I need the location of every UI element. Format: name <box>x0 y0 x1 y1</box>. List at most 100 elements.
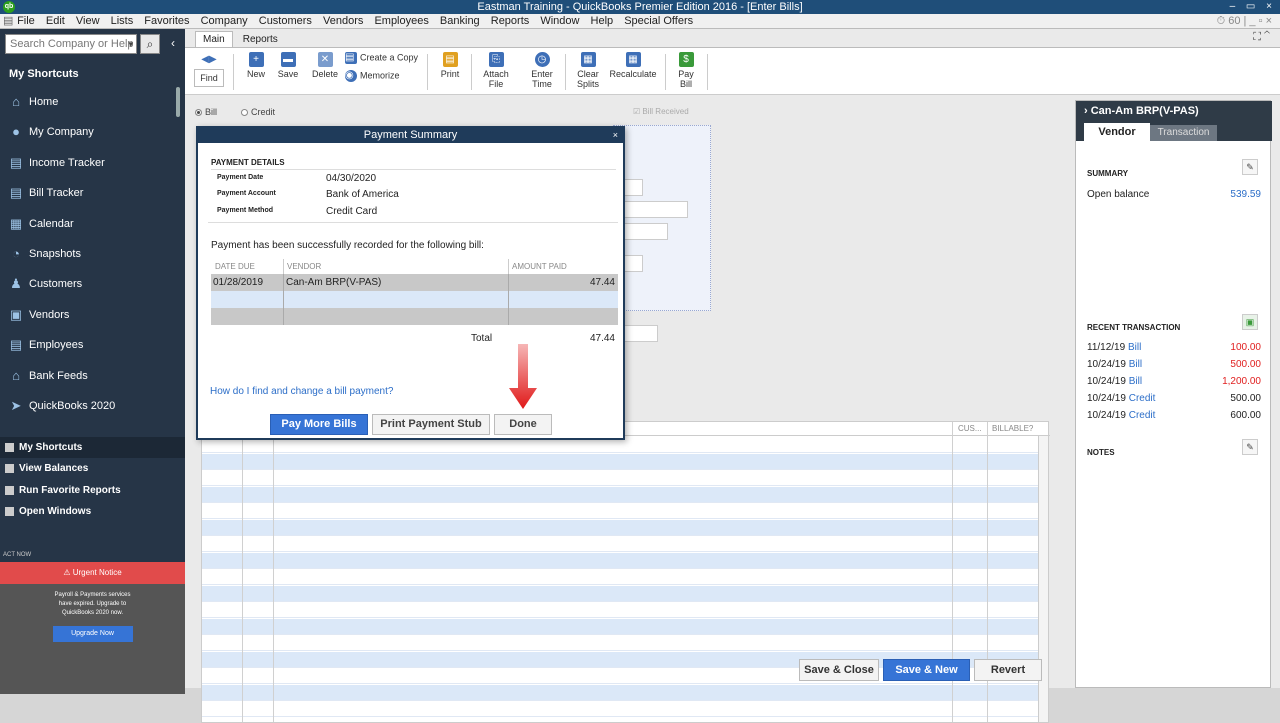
sidebar-item-customers[interactable]: ♟ Customers <box>0 269 180 299</box>
menu-vendors[interactable]: Vendors <box>319 14 367 29</box>
menu-view[interactable]: View <box>72 14 104 29</box>
tab-vendor[interactable]: Vendor <box>1084 123 1150 141</box>
menu-banking[interactable]: Banking <box>436 14 484 29</box>
radio-bill[interactable]: Bill <box>195 107 217 117</box>
transaction-type-link[interactable]: Credit <box>1129 393 1156 404</box>
search-icon[interactable]: ⌕ <box>140 34 160 54</box>
table-row[interactable] <box>211 308 618 325</box>
attach-file-button[interactable]: ⎘ Attach File <box>479 52 513 89</box>
tab-reports[interactable]: Reports <box>236 32 285 48</box>
print-button[interactable]: ▤ Print <box>437 52 463 79</box>
window-expand-icons[interactable]: ⛶ ⌃ <box>1253 31 1270 44</box>
edit-icon[interactable]: ✎ <box>1242 439 1258 455</box>
grid-row[interactable] <box>202 503 1038 520</box>
sidebar-item-home[interactable]: ⌂ Home <box>0 87 180 117</box>
grid-row[interactable] <box>202 602 1038 619</box>
open-balance-value[interactable]: 539.59 <box>1230 188 1261 202</box>
sidebar-item-income-tracker[interactable]: ▤ Income Tracker <box>0 148 180 178</box>
menu-employees[interactable]: Employees <box>370 14 432 29</box>
find-button[interactable]: ◀▶ Find <box>193 52 225 87</box>
menu-special-offers[interactable]: Special Offers <box>620 14 697 29</box>
delete-button[interactable]: ✕ Delete <box>309 52 341 79</box>
grid-row[interactable] <box>202 487 1038 504</box>
print-payment-stub-button[interactable]: Print Payment Stub <box>372 414 490 435</box>
new-button[interactable]: + New <box>243 52 269 79</box>
sidebar-item-quickbooks-2020[interactable]: ➤ QuickBooks 2020 <box>0 391 180 421</box>
save-button[interactable]: ▬ Save <box>275 52 301 79</box>
edit-icon[interactable]: ✎ <box>1242 159 1258 175</box>
transaction-type-link[interactable]: Bill <box>1129 359 1142 370</box>
create-copy-button[interactable]: ▤ Create a Copy <box>345 52 421 64</box>
save-new-button[interactable]: Save & New <box>883 659 970 681</box>
menu-customers[interactable]: Customers <box>255 14 316 29</box>
grid-row[interactable] <box>202 635 1038 652</box>
transaction-type-link[interactable]: Credit <box>1129 410 1156 421</box>
sidebar-item-bill-tracker[interactable]: ▤ Bill Tracker <box>0 178 180 208</box>
collapse-sidebar-icon[interactable]: ‹ <box>163 34 183 54</box>
change-bill-payment-help-link[interactable]: How do I find and change a bill payment? <box>210 386 393 397</box>
pay-bill-button[interactable]: $ Pay Bill <box>673 52 699 89</box>
vendor-name[interactable]: › Can-Am BRP(V-PAS) <box>1084 105 1199 117</box>
menu-reports[interactable]: Reports <box>487 14 534 29</box>
radio-credit[interactable]: Credit <box>241 107 275 117</box>
menu-lists[interactable]: Lists <box>107 14 138 29</box>
chevron-down-icon[interactable]: ▾ <box>128 35 133 53</box>
grid-row[interactable] <box>202 454 1038 471</box>
grid-row[interactable] <box>202 520 1038 537</box>
sidebar-item-snapshots[interactable]: ◔ Snapshots <box>0 239 180 269</box>
bill-received-checkbox[interactable]: ☑ Bill Received <box>633 107 689 116</box>
transaction-type-link[interactable]: Bill <box>1129 376 1142 387</box>
close-icon[interactable]: × <box>613 128 618 142</box>
export-icon[interactable]: ▣ <box>1242 314 1258 330</box>
table-row[interactable]: 01/28/2019 Can-Am BRP(V-PAS) 47.44 <box>211 274 618 291</box>
balances-icon <box>5 464 14 473</box>
search-input[interactable]: Search Company or Help ▾ <box>5 34 137 54</box>
menu-company[interactable]: Company <box>197 14 252 29</box>
bill-field[interactable] <box>623 325 658 342</box>
clear-splits-button[interactable]: ▦ Clear Splits <box>571 52 605 89</box>
bill-paper-area <box>613 125 711 311</box>
bill-field[interactable] <box>623 223 668 240</box>
calendar-icon[interactable] <box>623 179 643 196</box>
sidebar-item-employees[interactable]: ▤ Employees <box>0 330 180 360</box>
memorize-button[interactable]: ◉ Memorize <box>345 70 421 82</box>
tab-main[interactable]: Main <box>195 31 233 47</box>
bank-icon: ⌂ <box>12 368 20 383</box>
grid-row[interactable] <box>202 553 1038 570</box>
menu-window[interactable]: Window <box>536 14 583 29</box>
enter-time-button[interactable]: ◷ Enter Time <box>525 52 559 89</box>
sidebar-item-calendar[interactable]: ▦ Calendar <box>0 209 180 239</box>
grid-row[interactable] <box>202 569 1038 586</box>
bill-field[interactable] <box>623 201 688 218</box>
save-close-button[interactable]: Save & Close <box>799 659 879 681</box>
menu-favorites[interactable]: Favorites <box>140 14 193 29</box>
grid-row[interactable] <box>202 701 1038 718</box>
table-row[interactable] <box>211 291 618 308</box>
lower-my-shortcuts[interactable]: My Shortcuts <box>0 437 185 458</box>
revert-button[interactable]: Revert <box>974 659 1042 681</box>
grid-row[interactable] <box>202 536 1038 553</box>
menu-right-icons[interactable]: ⏱ 60 | _ ▫ × <box>1217 14 1272 29</box>
calendar-icon[interactable] <box>623 255 643 272</box>
grid-row[interactable] <box>202 586 1038 603</box>
sidebar-item-bank-feeds[interactable]: ⌂ Bank Feeds <box>0 361 180 391</box>
grid-row[interactable] <box>202 619 1038 636</box>
tab-transaction[interactable]: Transaction <box>1150 125 1217 141</box>
lower-run-favorite-reports[interactable]: Run Favorite Reports <box>0 480 185 501</box>
done-button[interactable]: Done <box>494 414 552 435</box>
lower-view-balances[interactable]: View Balances <box>0 458 185 479</box>
grid-row[interactable] <box>202 685 1038 702</box>
menu-edit[interactable]: Edit <box>42 14 69 29</box>
transaction-type-link[interactable]: Bill <box>1128 342 1141 353</box>
grid-row[interactable] <box>202 470 1038 487</box>
pay-more-bills-button[interactable]: Pay More Bills <box>270 414 368 435</box>
system-menu-icon[interactable]: ▤ <box>3 14 13 29</box>
window-controls[interactable]: – ▭ × <box>1230 0 1276 14</box>
menu-file[interactable]: File <box>13 14 39 29</box>
menu-help[interactable]: Help <box>587 14 618 29</box>
lower-open-windows[interactable]: Open Windows <box>0 501 185 522</box>
sidebar-item-vendors[interactable]: ▣ Vendors <box>0 300 180 330</box>
sidebar-item-my-company[interactable]: ● My Company <box>0 117 180 147</box>
upgrade-now-button[interactable]: Upgrade Now <box>52 626 133 642</box>
recalculate-button[interactable]: ▦ Recalculate <box>607 52 659 79</box>
